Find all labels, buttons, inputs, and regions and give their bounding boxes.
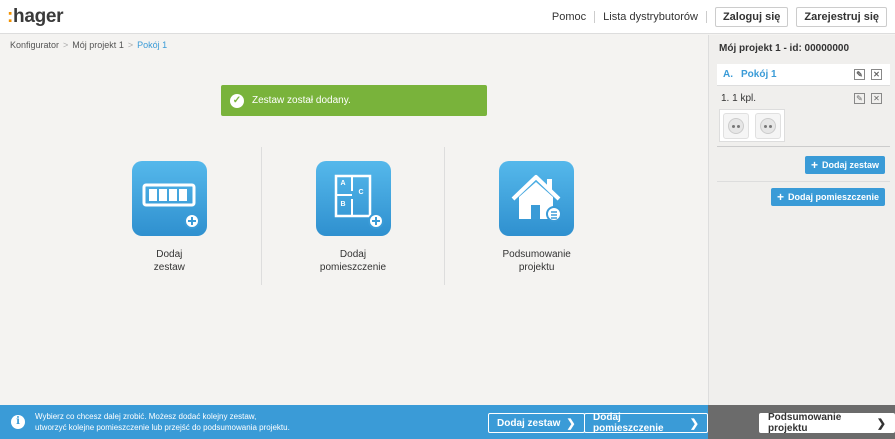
breadcrumb-room: Pokój 1 bbox=[137, 40, 168, 50]
socket-icon bbox=[755, 112, 781, 139]
alert-text: Zestaw został dodany. bbox=[252, 95, 351, 106]
room-plan-icon[interactable]: A B C bbox=[315, 161, 391, 236]
sidebar-add-room-button[interactable]: + Dodaj pomieszczenie bbox=[771, 188, 886, 206]
divider bbox=[717, 181, 890, 182]
set-actions: ✎ ✕ bbox=[848, 93, 882, 104]
breadcrumb-configurator[interactable]: Konfigurator bbox=[10, 40, 59, 50]
room-actions: ✎ ✕ bbox=[848, 69, 882, 80]
tile-label: Dodaj pomieszczenie bbox=[319, 249, 387, 273]
success-alert: ✓ Zestaw został dodany. bbox=[221, 85, 487, 116]
breadcrumb-separator: > bbox=[127, 40, 134, 50]
top-navigation-bar: :hager Pomoc Lista dystrybutorów Zaloguj… bbox=[0, 0, 895, 34]
help-link[interactable]: Pomoc bbox=[544, 11, 594, 23]
room-name[interactable]: Pokój 1 bbox=[741, 69, 777, 80]
room-label-c: C bbox=[358, 189, 364, 196]
chevron-right-icon: ❯ bbox=[566, 417, 576, 430]
tile-add-room[interactable]: A B C Dodaj pomieszczenie bbox=[260, 147, 445, 285]
action-tiles: Dodaj zestaw A B C Dodaj pomieszczenie P… bbox=[78, 147, 628, 285]
room-index: A. bbox=[723, 69, 733, 80]
footer-bar: i Wybierz co chcesz dalej zrobić. Możesz… bbox=[0, 405, 708, 439]
breadcrumb-separator: > bbox=[63, 40, 69, 50]
add-set-icon[interactable] bbox=[131, 161, 207, 236]
footer-add-set-button[interactable]: Dodaj zestaw ❯ bbox=[488, 413, 585, 433]
footer-add-room-button[interactable]: Dodaj pomieszczenie ❯ bbox=[584, 412, 708, 434]
socket-set-thumbnail[interactable] bbox=[719, 109, 785, 142]
plus-icon bbox=[183, 213, 200, 229]
sidebar-add-set-button[interactable]: + Dodaj zestaw bbox=[805, 156, 886, 174]
info-icon: i bbox=[11, 415, 25, 429]
tile-label: Dodaj zestaw bbox=[153, 249, 185, 273]
breadcrumb: Konfigurator > Mój projekt 1 > Pokój 1 bbox=[10, 40, 167, 50]
set-label: 1. 1 kpl. bbox=[721, 93, 757, 104]
edit-icon[interactable]: ✎ bbox=[854, 69, 865, 80]
top-links: Pomoc Lista dystrybutorów Zaloguj się Za… bbox=[544, 7, 887, 27]
divider bbox=[705, 11, 707, 23]
distributors-link[interactable]: Lista dystrybutorów bbox=[595, 11, 706, 23]
plus-icon: + bbox=[811, 158, 819, 172]
project-summary-button[interactable]: Podsumowanie projektu ❯ bbox=[759, 412, 895, 434]
house-icon[interactable] bbox=[499, 161, 575, 236]
login-button[interactable]: Zaloguj się bbox=[714, 7, 789, 27]
tile-project-summary[interactable]: Podsumowanie projektu bbox=[444, 147, 628, 285]
hager-logo[interactable]: :hager bbox=[7, 6, 64, 28]
edit-icon[interactable]: ✎ bbox=[854, 93, 865, 104]
project-sidebar: Mój projekt 1 - id: 00000000 A. Pokój 1 … bbox=[708, 35, 895, 405]
plus-icon bbox=[367, 213, 384, 229]
room-label-a: A bbox=[340, 180, 346, 187]
set-row: 1. 1 kpl. ✎ ✕ bbox=[717, 90, 890, 147]
breadcrumb-project[interactable]: Mój projekt 1 bbox=[72, 40, 124, 50]
room-row[interactable]: A. Pokój 1 ✎ ✕ bbox=[717, 64, 890, 86]
chevron-right-icon: ❯ bbox=[876, 417, 886, 430]
delete-icon[interactable]: ✕ bbox=[871, 69, 882, 80]
footer-info-text: Wybierz co chcesz dalej zrobić. Możesz d… bbox=[35, 412, 290, 432]
footer-summary-area: Podsumowanie projektu ❯ bbox=[708, 405, 895, 439]
check-icon: ✓ bbox=[230, 93, 244, 108]
chevron-right-icon: ❯ bbox=[689, 417, 699, 430]
socket-icon bbox=[723, 112, 749, 139]
register-button[interactable]: Zarejestruj się bbox=[796, 7, 887, 27]
delete-icon[interactable]: ✕ bbox=[871, 93, 882, 104]
room-label-b: B bbox=[340, 201, 346, 208]
tile-label: Podsumowanie projektu bbox=[502, 249, 571, 273]
project-title: Mój projekt 1 - id: 00000000 bbox=[719, 43, 850, 54]
plus-icon: + bbox=[777, 190, 785, 204]
tile-add-set[interactable]: Dodaj zestaw bbox=[78, 147, 261, 285]
